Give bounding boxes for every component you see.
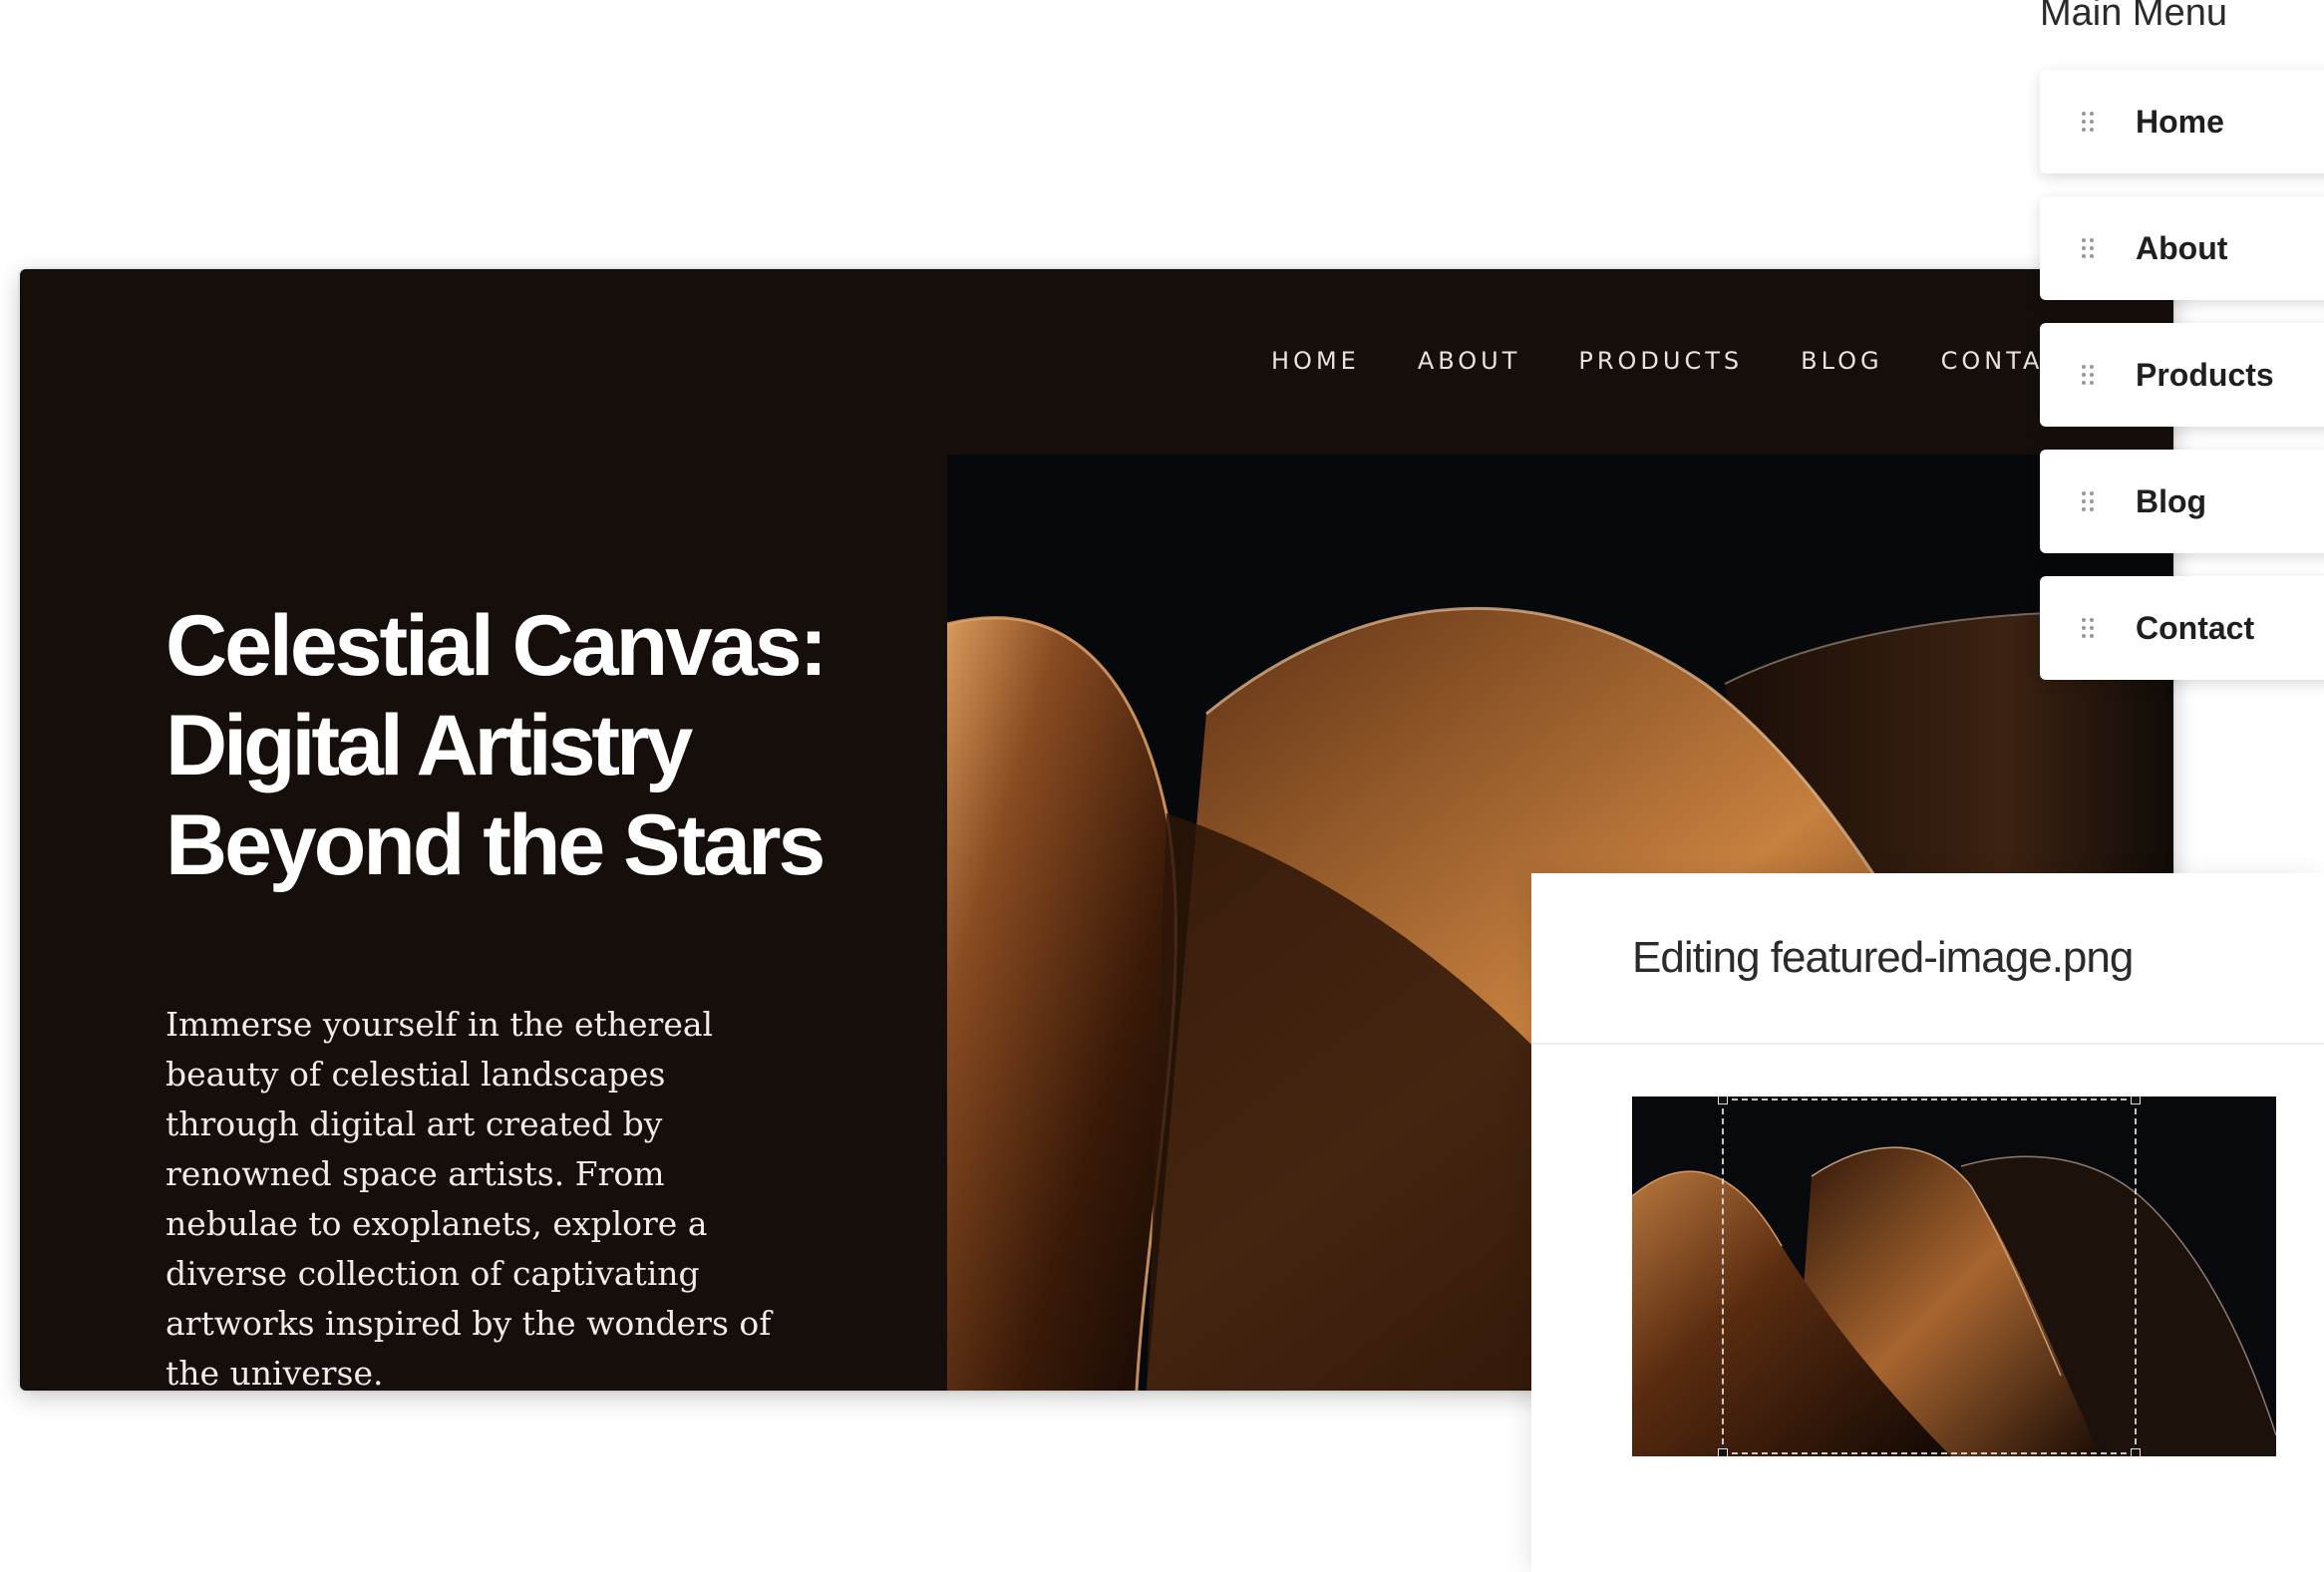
site-nav: HOME ABOUT PRODUCTS BLOG CONTACT (1271, 347, 2082, 375)
drag-handle-icon[interactable] (2040, 364, 2136, 386)
menu-item-products[interactable]: Products (2040, 323, 2324, 427)
drag-handle-icon[interactable] (2040, 617, 2136, 639)
crop-handle-top-left[interactable] (1718, 1097, 1728, 1104)
nav-link-home[interactable]: HOME (1271, 347, 1360, 375)
main-menu-list: Home About Products Blog Contact (2040, 70, 2324, 703)
drag-handle-icon[interactable] (2040, 490, 2136, 512)
drag-handle-icon[interactable] (2040, 237, 2136, 259)
hero-title-line-3: Beyond the Stars (166, 796, 826, 893)
menu-item-contact[interactable]: Contact (2040, 576, 2324, 680)
nav-link-about[interactable]: ABOUT (1418, 347, 1521, 375)
main-menu-title: Main Menu (2040, 0, 2227, 34)
menu-item-label: Blog (2136, 482, 2207, 519)
hero-title-line-1: Celestial Canvas: (166, 597, 828, 694)
editor-header: Editing featured-image.png (1531, 873, 2324, 1045)
image-editor-panel: Editing featured-image.png (1531, 873, 2324, 1572)
hero-title-line-2: Digital Artistry (166, 697, 693, 793)
image-crop-canvas[interactable] (1632, 1097, 2276, 1456)
menu-item-about[interactable]: About (2040, 196, 2324, 300)
menu-item-label: Contact (2136, 609, 2255, 646)
menu-item-home[interactable]: Home (2040, 70, 2324, 173)
hero-title: Celestial Canvas: Digital Artistry Beyon… (166, 596, 828, 895)
crop-handle-bottom-left[interactable] (1718, 1448, 1728, 1456)
crop-selection-box[interactable] (1718, 1097, 2141, 1456)
nav-link-blog[interactable]: BLOG (1801, 347, 1882, 375)
menu-item-label: Home (2136, 103, 2224, 140)
crop-handle-top-right[interactable] (2131, 1097, 2141, 1104)
menu-item-blog[interactable]: Blog (2040, 450, 2324, 553)
menu-item-label: Products (2136, 356, 2274, 393)
editor-title: Editing featured-image.png (1632, 933, 2134, 982)
nav-link-products[interactable]: PRODUCTS (1578, 347, 1743, 375)
hero-description: Immerse yourself in the ethereal beauty … (166, 1005, 772, 1391)
menu-item-label: About (2136, 229, 2228, 266)
crop-handle-bottom-right[interactable] (2131, 1448, 2141, 1456)
drag-handle-icon[interactable] (2040, 111, 2136, 133)
